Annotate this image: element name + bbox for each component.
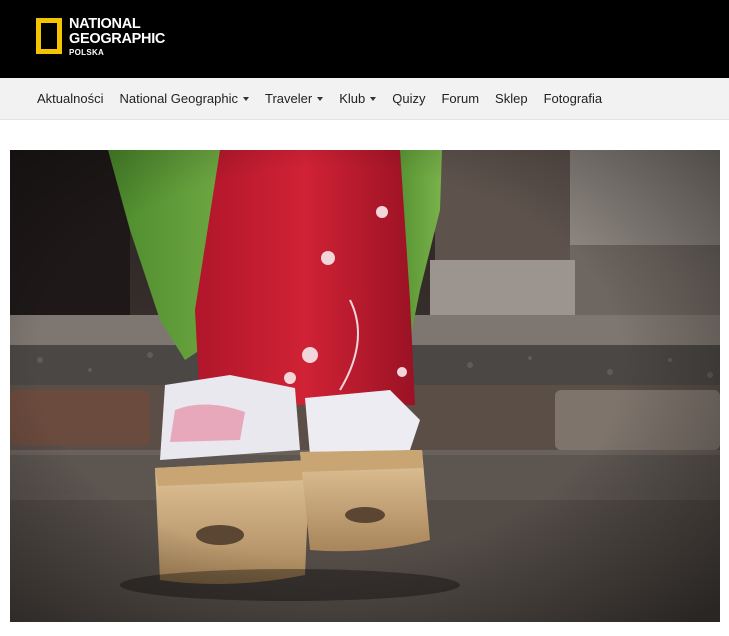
nav-item-label: Forum bbox=[441, 91, 480, 106]
nav-item-forum[interactable]: Forum bbox=[441, 91, 479, 106]
nav-item-label: Aktualności bbox=[37, 91, 104, 106]
logo-line-2: GEOGRAPHIC bbox=[69, 31, 166, 47]
site-header: NATIONAL GEOGRAPHIC POLSKA bbox=[0, 0, 729, 78]
nav-item-label: Sklep bbox=[495, 91, 528, 106]
nav-item-traveler[interactable]: Traveler bbox=[265, 91, 324, 106]
nav-item-fotografia[interactable]: Fotografia bbox=[544, 91, 603, 106]
nav-item-aktualnosci[interactable]: Aktualności bbox=[37, 91, 103, 106]
article-hero-photo[interactable] bbox=[10, 150, 720, 622]
logo-line-3: POLSKA bbox=[69, 48, 105, 57]
nav-item-label: National Geographic bbox=[119, 91, 239, 106]
nav-item-label: Fotografia bbox=[543, 91, 603, 106]
chevron-down-icon bbox=[317, 96, 324, 101]
photo-illustration bbox=[10, 150, 720, 622]
caption-overflow bbox=[0, 626, 729, 636]
main-navigation: Aktualności National Geographic Traveler… bbox=[0, 78, 729, 120]
chevron-down-icon bbox=[370, 96, 377, 101]
nav-item-quizy[interactable]: Quizy bbox=[392, 91, 425, 106]
logo-text: NATIONAL GEOGRAPHIC POLSKA bbox=[69, 17, 165, 58]
nav-item-label: Klub bbox=[339, 91, 366, 106]
nav-item-label: Traveler bbox=[265, 91, 313, 106]
nav-item-klub[interactable]: Klub bbox=[339, 91, 377, 106]
nav-item-label: Quizy bbox=[392, 91, 426, 106]
logo-line-1: NATIONAL bbox=[69, 16, 141, 32]
chevron-down-icon bbox=[243, 96, 250, 101]
nav-item-national-geographic[interactable]: National Geographic bbox=[119, 91, 250, 106]
yellow-frame-icon bbox=[36, 18, 62, 54]
nav-item-sklep[interactable]: Sklep bbox=[495, 91, 528, 106]
national-geographic-logo[interactable]: NATIONAL GEOGRAPHIC POLSKA bbox=[36, 17, 165, 58]
